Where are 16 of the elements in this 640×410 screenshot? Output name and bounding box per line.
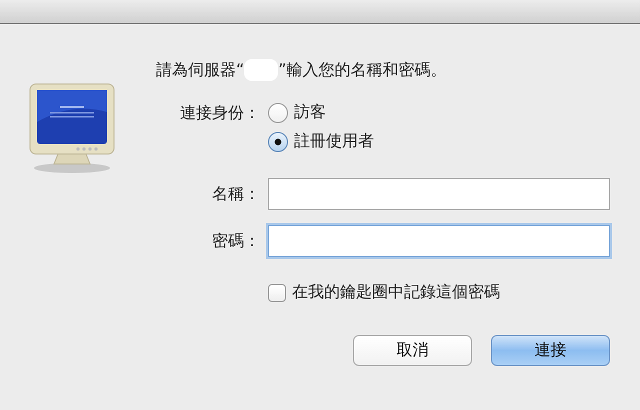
radio-label[interactable]: 註冊使用者 [294, 131, 374, 152]
monitor-icon [28, 82, 116, 174]
input-field[interactable] [268, 225, 610, 257]
checkbox[interactable] [268, 284, 286, 302]
cancel-button[interactable]: 取消 [353, 335, 472, 366]
prompt-text: ”輸入您的名稱和密碼。 [278, 60, 447, 80]
radio-button[interactable] [268, 132, 288, 152]
prompt-text: 請為伺服器“ [156, 60, 244, 80]
radio-button[interactable] [268, 102, 288, 122]
connect-as-label: 連接身份： [179, 103, 260, 124]
radio-label[interactable]: 訪客 [294, 102, 326, 123]
input-field[interactable] [268, 178, 610, 210]
checkbox-label[interactable]: 在我的鑰匙圈中記錄這個密碼 [292, 282, 500, 303]
field-label: 密碼： [211, 230, 260, 252]
field-label: 名稱： [211, 184, 260, 204]
connect-button[interactable]: 連接 [491, 335, 610, 366]
